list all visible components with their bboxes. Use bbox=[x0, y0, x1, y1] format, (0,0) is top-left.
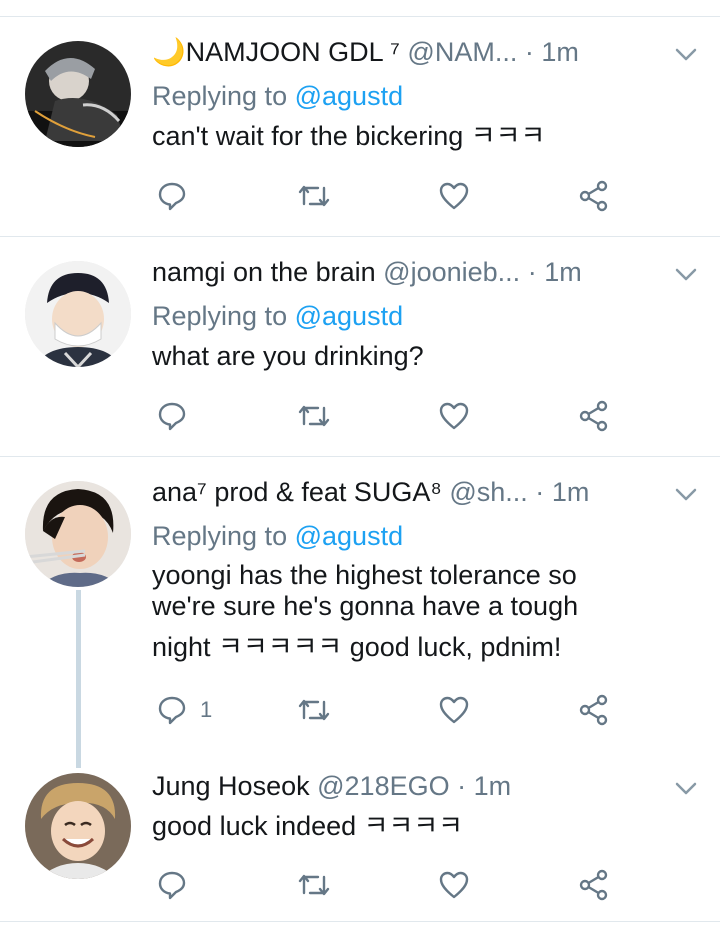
chevron-down-icon[interactable] bbox=[672, 44, 700, 64]
replying-prefix: Replying to bbox=[152, 521, 288, 551]
reply-button[interactable] bbox=[156, 176, 200, 216]
action-bar bbox=[152, 396, 672, 436]
tweet-text: what are you drinking? bbox=[152, 341, 424, 371]
chevron-down-icon[interactable] bbox=[672, 484, 700, 504]
retweet-icon bbox=[298, 405, 330, 427]
reply-button[interactable] bbox=[156, 396, 200, 436]
retweet-icon bbox=[298, 699, 330, 721]
handle[interactable]: @joonieb... bbox=[383, 257, 520, 287]
share-icon bbox=[579, 400, 608, 432]
separator: · bbox=[457, 771, 467, 801]
reply-button[interactable]: 1 bbox=[156, 690, 212, 730]
handle[interactable]: @NAM... bbox=[407, 37, 517, 67]
tweet-text: good luck indeed ㅋㅋㅋㅋ bbox=[152, 811, 464, 841]
tweet-text-line: night ㅋㅋㅋㅋㅋ good luck, pdnim! bbox=[152, 632, 562, 662]
replying-to: Replying to @agustd bbox=[152, 80, 403, 112]
timestamp[interactable]: 1m bbox=[544, 257, 582, 287]
handle[interactable]: @218EGO bbox=[317, 771, 449, 801]
tweet-text-line: we're sure he's gonna have a tough bbox=[152, 591, 579, 621]
display-name[interactable]: ana⁷ prod & feat SUGA⁸ bbox=[152, 477, 442, 507]
tweet-header: 🌙NAMJOON GDL ⁷ @NAM... · 1m bbox=[152, 36, 579, 68]
like-button[interactable] bbox=[438, 176, 470, 216]
retweet-icon bbox=[298, 185, 330, 207]
handle[interactable]: @sh... bbox=[449, 477, 527, 507]
retweet-button[interactable] bbox=[296, 690, 332, 730]
tweet-text-line: yoongi has the highest tolerance so bbox=[152, 560, 577, 590]
share-button[interactable] bbox=[578, 176, 610, 216]
like-icon bbox=[439, 182, 469, 210]
share-button[interactable] bbox=[578, 865, 610, 905]
replying-prefix: Replying to bbox=[152, 301, 288, 331]
separator: · bbox=[524, 37, 534, 67]
action-bar bbox=[152, 176, 672, 216]
tweet[interactable]: namgi on the brain @joonieb... · 1m Repl… bbox=[0, 236, 720, 456]
tweet[interactable]: ana⁷ prod & feat SUGA⁸ @sh... · 1m Reply… bbox=[0, 456, 720, 746]
retweet-icon bbox=[298, 874, 330, 896]
replying-to: Replying to @agustd bbox=[152, 300, 403, 332]
action-bar: 1 bbox=[152, 690, 672, 730]
display-name[interactable]: Jung Hoseok bbox=[152, 771, 310, 801]
avatar[interactable] bbox=[25, 481, 131, 587]
separator: · bbox=[527, 257, 537, 287]
reply-icon bbox=[158, 182, 186, 211]
action-bar bbox=[152, 865, 672, 905]
share-button[interactable] bbox=[578, 396, 610, 436]
separator: · bbox=[535, 477, 545, 507]
display-name[interactable]: 🌙NAMJOON GDL ⁷ bbox=[152, 37, 400, 67]
tweet-text: can't wait for the bickering ㅋㅋㅋ bbox=[152, 121, 546, 151]
reply-icon bbox=[158, 402, 186, 431]
like-button[interactable] bbox=[438, 690, 470, 730]
mention-link[interactable]: @agustd bbox=[295, 301, 403, 331]
like-icon bbox=[439, 871, 469, 899]
timestamp[interactable]: 1m bbox=[474, 771, 512, 801]
chevron-down-icon[interactable] bbox=[672, 778, 700, 798]
reply-button[interactable] bbox=[156, 865, 200, 905]
tweet-header: namgi on the brain @joonieb... · 1m bbox=[152, 256, 582, 288]
avatar[interactable] bbox=[25, 261, 131, 367]
tweet-header: Jung Hoseok @218EGO · 1m bbox=[152, 770, 511, 802]
timestamp[interactable]: 1m bbox=[541, 37, 579, 67]
share-icon bbox=[579, 869, 608, 901]
timestamp[interactable]: 1m bbox=[552, 477, 590, 507]
like-icon bbox=[439, 402, 469, 430]
share-icon bbox=[579, 694, 608, 726]
like-button[interactable] bbox=[438, 396, 470, 436]
reply-count: 1 bbox=[200, 697, 213, 722]
reply-icon bbox=[158, 696, 186, 725]
retweet-button[interactable] bbox=[296, 865, 332, 905]
divider bbox=[0, 921, 720, 922]
tweet[interactable]: Jung Hoseok @218EGO · 1m good luck indee… bbox=[0, 746, 720, 921]
replying-to: Replying to @agustd bbox=[152, 520, 403, 552]
share-button[interactable] bbox=[578, 690, 610, 730]
retweet-button[interactable] bbox=[296, 396, 332, 436]
tweet-header: ana⁷ prod & feat SUGA⁸ @sh... · 1m bbox=[152, 476, 589, 508]
retweet-button[interactable] bbox=[296, 176, 332, 216]
replying-prefix: Replying to bbox=[152, 81, 288, 111]
avatar[interactable] bbox=[25, 41, 131, 147]
share-icon bbox=[579, 180, 608, 212]
mention-link[interactable]: @agustd bbox=[295, 81, 403, 111]
display-name[interactable]: namgi on the brain bbox=[152, 257, 376, 287]
chevron-down-icon[interactable] bbox=[672, 264, 700, 284]
reply-icon bbox=[158, 871, 186, 900]
tweet[interactable]: 🌙NAMJOON GDL ⁷ @NAM... · 1m Replying to … bbox=[0, 0, 720, 236]
like-icon bbox=[439, 696, 469, 724]
like-button[interactable] bbox=[438, 865, 470, 905]
mention-link[interactable]: @agustd bbox=[295, 521, 403, 551]
avatar[interactable] bbox=[25, 773, 131, 879]
tweet-text: yoongi has the highest tolerance so we'r… bbox=[152, 560, 692, 663]
